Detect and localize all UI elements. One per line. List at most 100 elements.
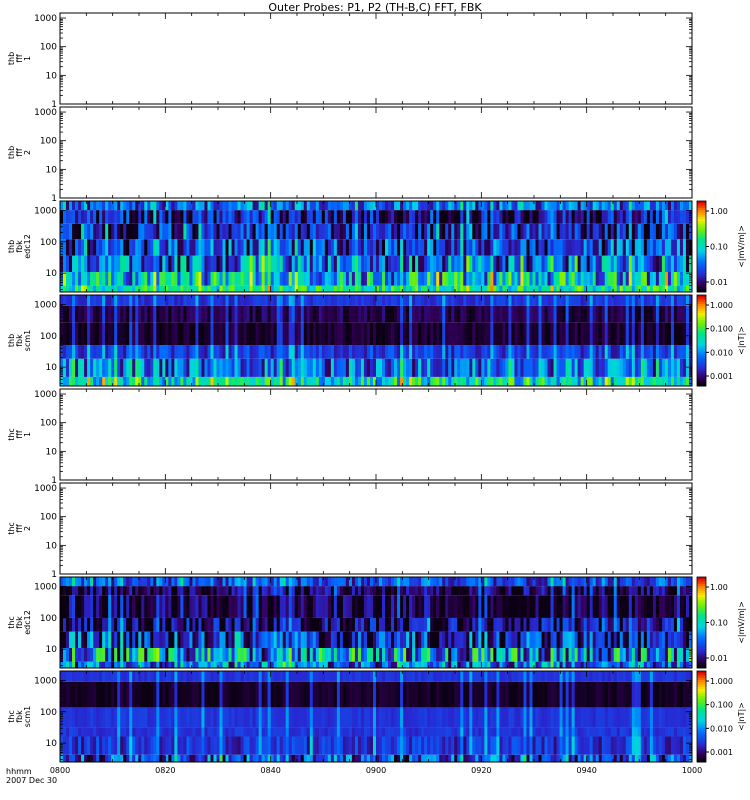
heatmap-cell bbox=[255, 239, 260, 256]
heatmap-cell bbox=[108, 271, 112, 286]
heatmap-cell bbox=[117, 295, 121, 306]
heatmap-cell bbox=[153, 661, 157, 668]
heatmap-cell bbox=[595, 255, 600, 272]
heatmap-cell bbox=[207, 345, 211, 359]
heatmap-cell bbox=[108, 736, 112, 755]
heatmap-cell bbox=[111, 647, 115, 662]
heatmap-cell bbox=[228, 595, 232, 618]
heatmap-cell bbox=[634, 595, 639, 618]
heatmap-cell bbox=[198, 345, 202, 359]
heatmap-cell bbox=[192, 305, 196, 323]
heatmap-cell bbox=[234, 201, 238, 211]
heatmap-cell bbox=[99, 295, 103, 306]
heatmap-cell bbox=[102, 305, 106, 323]
heatmap-cell bbox=[433, 577, 437, 587]
heatmap-cell bbox=[604, 201, 609, 211]
heatmap-cell bbox=[285, 345, 290, 359]
heatmap-cell bbox=[102, 681, 106, 708]
heatmap-cell bbox=[481, 201, 485, 211]
heatmap-cell bbox=[481, 210, 485, 224]
heatmap-cell bbox=[108, 617, 112, 632]
heatmap-cell bbox=[120, 305, 124, 323]
heatmap-cell bbox=[436, 577, 440, 587]
heatmap-cell bbox=[583, 631, 588, 648]
heatmap-cell bbox=[300, 295, 305, 306]
heatmap-cell bbox=[72, 707, 76, 728]
heatmap-cell bbox=[538, 647, 542, 662]
heatmap-cell bbox=[297, 358, 302, 377]
heatmap-cell bbox=[168, 210, 172, 224]
heatmap-cell bbox=[631, 358, 636, 377]
heatmap-cell bbox=[150, 210, 154, 224]
heatmap-cell bbox=[279, 595, 284, 618]
heatmap-cell bbox=[228, 255, 232, 272]
heatmap-cell bbox=[318, 577, 323, 587]
heatmap-cell bbox=[601, 358, 606, 377]
heatmap-cell bbox=[231, 577, 235, 587]
heatmap-cell bbox=[682, 223, 687, 240]
heatmap-cell bbox=[216, 358, 220, 377]
heatmap-cell bbox=[132, 661, 136, 668]
heatmap-cell bbox=[556, 223, 560, 240]
heatmap-cell bbox=[81, 595, 85, 618]
heatmap-cell bbox=[114, 707, 118, 728]
heatmap-cell bbox=[165, 661, 169, 668]
heatmap-cell bbox=[66, 285, 70, 292]
heatmap-cell bbox=[198, 322, 202, 346]
heatmap-cell bbox=[424, 239, 428, 256]
heatmap-cell bbox=[159, 595, 163, 618]
heatmap-cell bbox=[520, 345, 524, 359]
heatmap-cell bbox=[132, 671, 136, 682]
heatmap-cell bbox=[60, 661, 64, 668]
heatmap-cell bbox=[297, 345, 302, 359]
heatmap-cell bbox=[258, 661, 263, 668]
heatmap-cell bbox=[99, 322, 103, 346]
heatmap-cell bbox=[117, 376, 121, 386]
heatmap-cell bbox=[415, 295, 419, 306]
heatmap-cell bbox=[141, 586, 145, 596]
heatmap-cell bbox=[114, 617, 118, 632]
heatmap-cell bbox=[595, 223, 600, 240]
heatmap-cell bbox=[685, 201, 690, 211]
heatmap-cell bbox=[330, 255, 335, 272]
heatmap-cell bbox=[135, 577, 139, 587]
heatmap-cell bbox=[261, 586, 266, 596]
heatmap-cell bbox=[177, 617, 181, 632]
heatmap-cell bbox=[144, 661, 148, 668]
heatmap-cell bbox=[469, 358, 473, 377]
heatmap-cell bbox=[219, 255, 223, 272]
heatmap-cell bbox=[481, 322, 485, 346]
heatmap-cell bbox=[240, 647, 244, 662]
heatmap-cell bbox=[72, 736, 76, 755]
heatmap-cell bbox=[108, 661, 112, 668]
heatmap-cell bbox=[234, 305, 238, 323]
heatmap-cell bbox=[171, 322, 175, 346]
heatmap-cell bbox=[556, 271, 560, 286]
heatmap-cell bbox=[460, 376, 464, 386]
heatmap-cell bbox=[102, 376, 106, 386]
heatmap-cell bbox=[490, 305, 494, 323]
heatmap-cell bbox=[388, 345, 392, 359]
heatmap-cell bbox=[505, 239, 509, 256]
heatmap-cell bbox=[174, 595, 178, 618]
heatmap-cell bbox=[457, 345, 461, 359]
heatmap-cell bbox=[249, 617, 254, 632]
heatmap-cell bbox=[141, 210, 145, 224]
heatmap-cell bbox=[360, 586, 365, 596]
heatmap-cell bbox=[526, 239, 530, 256]
y-axis-label-line: edc12 bbox=[23, 234, 32, 259]
heatmap-cell bbox=[679, 305, 684, 323]
heatmap-cell bbox=[339, 322, 344, 346]
heatmap-cell bbox=[198, 295, 202, 306]
heatmap-cell bbox=[529, 376, 533, 386]
heatmap-cell bbox=[99, 681, 103, 708]
heatmap-cell bbox=[649, 631, 654, 648]
heatmap-cell bbox=[120, 577, 124, 587]
heatmap-cell bbox=[249, 223, 254, 240]
heatmap-cell bbox=[481, 647, 485, 662]
heatmap-cell bbox=[652, 345, 657, 359]
heatmap-cell bbox=[126, 617, 130, 632]
heatmap-cell bbox=[439, 305, 443, 323]
heatmap-cell bbox=[276, 255, 281, 272]
heatmap-cell bbox=[601, 322, 606, 346]
